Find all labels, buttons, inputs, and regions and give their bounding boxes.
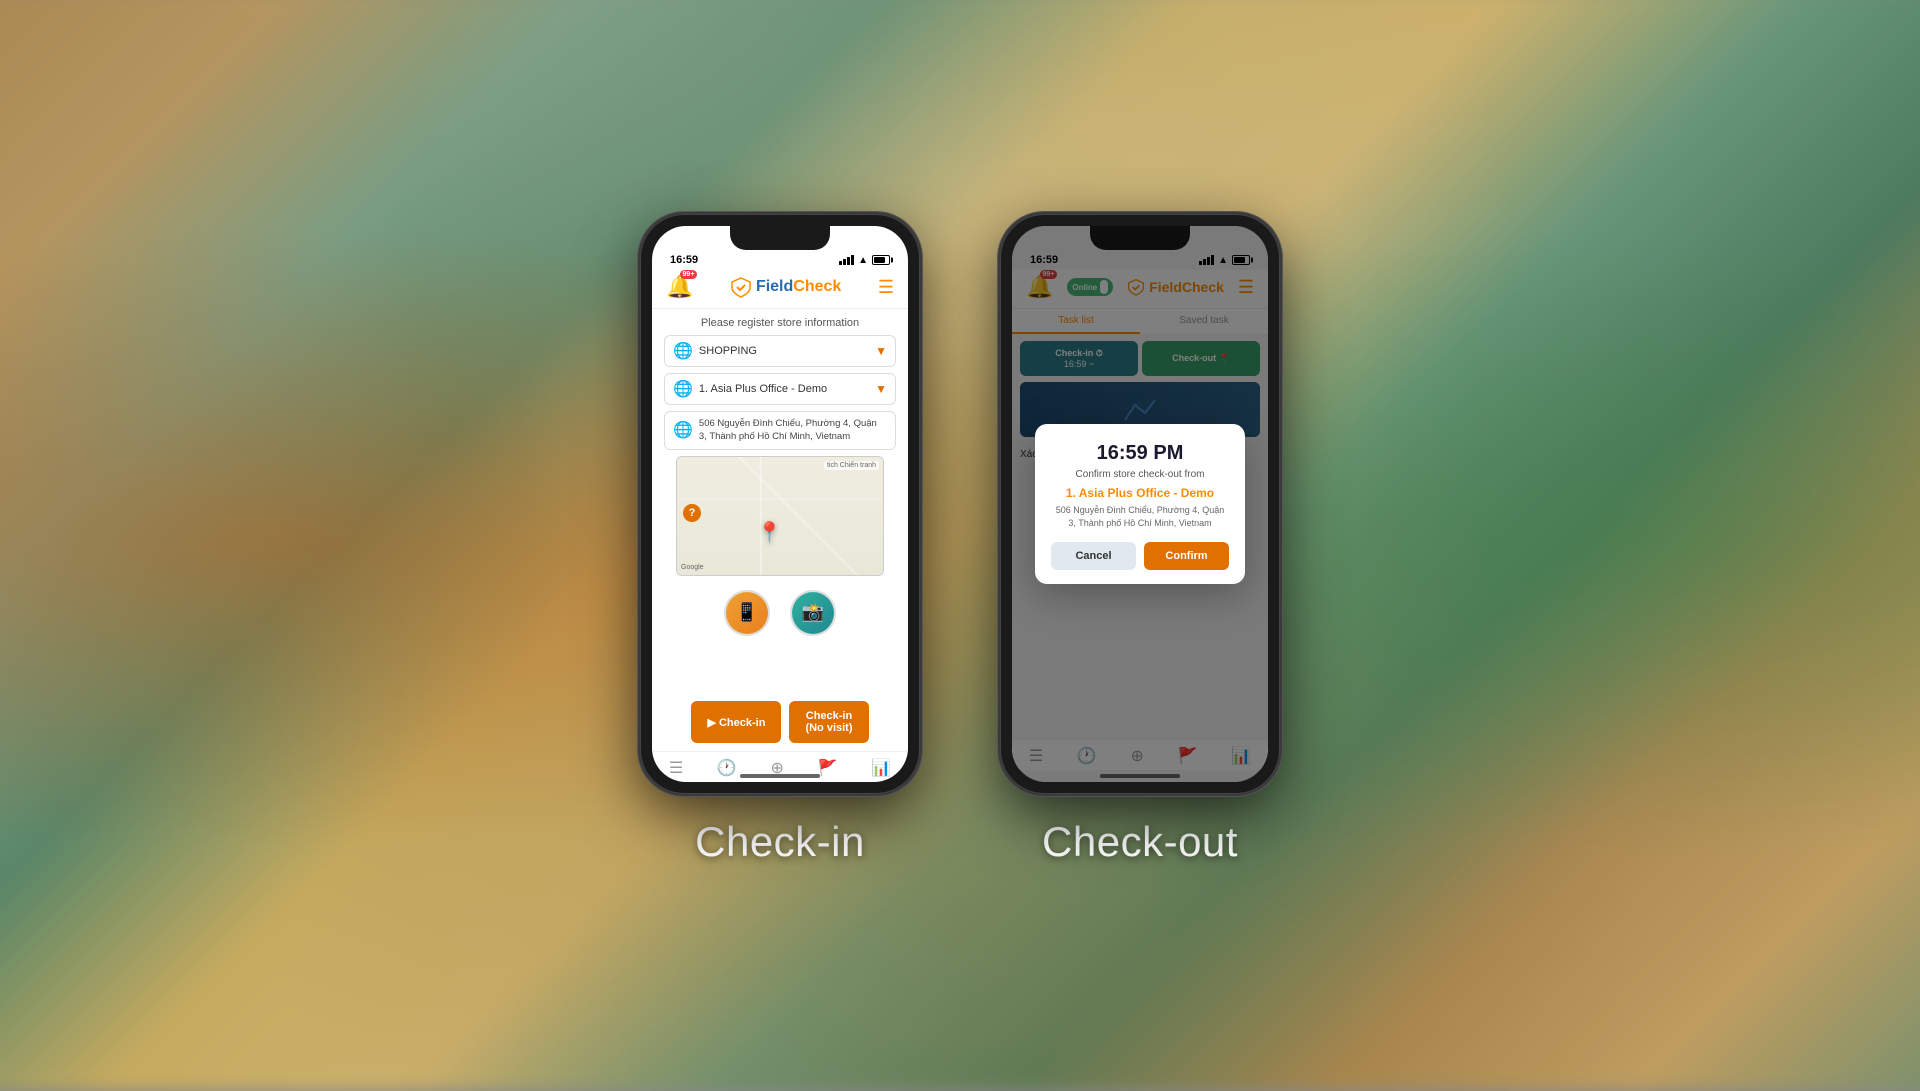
checkout-screen: 16:59 ▲	[1012, 226, 1268, 782]
checkout-section: 16:59 ▲	[1000, 214, 1280, 866]
action-icons: 📱 📸	[664, 582, 896, 644]
nav-clock[interactable]: 🕐	[717, 758, 737, 778]
globe-icon: 🌐	[673, 341, 693, 361]
phone-notch	[730, 226, 830, 250]
checkin-section: 16:59 ▲	[640, 214, 920, 866]
checkin-label: Check-in	[695, 818, 865, 866]
checkin-buttons: ▶ Check-in Check-in(No visit)	[652, 697, 908, 751]
wifi-icon: ▲	[858, 255, 868, 266]
map-inner: tich Chiến tranh ? 📍 Google	[677, 457, 883, 575]
modal-store-name: 1. Asia Plus Office - Demo	[1051, 486, 1229, 500]
checkin-phone: 16:59 ▲	[640, 214, 920, 794]
register-text: Please register store information	[652, 309, 908, 335]
map-label: tich Chiến tranh	[824, 461, 879, 470]
modal-buttons: Cancel Confirm	[1051, 542, 1229, 570]
status-time: 16:59	[670, 254, 698, 266]
store-value: 1. Asia Plus Office - Demo	[699, 383, 869, 395]
checkin-novisit-button[interactable]: Check-in(No visit)	[789, 701, 868, 743]
logo-text: FieldCheck	[756, 278, 841, 296]
map-container: tich Chiến tranh ? 📍 Google	[676, 456, 884, 576]
store-row[interactable]: 🌐 1. Asia Plus Office - Demo ▼	[664, 373, 896, 405]
modal-address: 506 Nguyễn Đình Chiểu, Phường 4, Quận 3,…	[1051, 504, 1229, 529]
checkin-screen: 16:59 ▲	[652, 226, 908, 782]
map-question-icon: ?	[683, 504, 701, 522]
camera-button[interactable]: 📸	[790, 590, 836, 636]
selfie-icon: 📱	[726, 592, 768, 634]
checkout-label: Check-out	[1042, 818, 1238, 866]
category-row[interactable]: 🌐 SHOPPING ▼	[664, 335, 896, 367]
checkin-button[interactable]: ▶ Check-in	[691, 701, 781, 743]
logo-shield-icon	[730, 276, 752, 298]
nav-chart[interactable]: 📊	[871, 758, 891, 778]
notification-bell[interactable]: 🔔 99+	[666, 274, 693, 300]
signal-icon	[839, 255, 854, 265]
address-globe-icon: 🌐	[673, 420, 693, 440]
modal-box: 16:59 PM Confirm store check-out from 1.…	[1035, 424, 1245, 583]
hamburger-icon[interactable]: ☰	[878, 277, 894, 298]
modal-overlay: 16:59 PM Confirm store check-out from 1.…	[1012, 226, 1268, 782]
dropdown-arrow-icon: ▼	[875, 344, 887, 358]
modal-time: 16:59 PM	[1051, 442, 1229, 465]
content-wrapper: 16:59 ▲	[0, 0, 1920, 1080]
address-value: 506 Nguyễn Đình Chiểu, Phường 4, Quận 3,…	[699, 417, 887, 444]
category-value: SHOPPING	[699, 345, 869, 357]
form-section: 🌐 SHOPPING ▼ 🌐 1. Asia Plus Office - Dem…	[652, 335, 908, 697]
battery-icon	[872, 255, 890, 265]
cancel-button[interactable]: Cancel	[1051, 542, 1136, 570]
map-pin-icon: 📍	[757, 520, 782, 545]
app-header: 🔔 99+ FieldCheck ☰	[652, 270, 908, 309]
confirm-button[interactable]: Confirm	[1144, 542, 1229, 570]
selfie-button[interactable]: 📱	[724, 590, 770, 636]
store-dropdown-arrow-icon: ▼	[875, 382, 887, 396]
home-indicator	[740, 774, 820, 778]
modal-subtitle: Confirm store check-out from	[1051, 469, 1229, 480]
google-label: Google	[681, 564, 704, 571]
address-row: 🌐 506 Nguyễn Đình Chiểu, Phường 4, Quận …	[664, 411, 896, 450]
camera-icon: 📸	[792, 592, 834, 634]
notification-count: 99+	[680, 270, 698, 279]
app-logo: FieldCheck	[730, 276, 841, 298]
nav-flag[interactable]: 🚩	[818, 758, 838, 778]
nav-list[interactable]: ☰	[669, 758, 683, 778]
logo-field: Field	[756, 278, 793, 295]
logo-check: Check	[793, 278, 841, 295]
status-icons: ▲	[839, 255, 890, 266]
store-globe-icon: 🌐	[673, 379, 693, 399]
checkout-phone: 16:59 ▲	[1000, 214, 1280, 794]
